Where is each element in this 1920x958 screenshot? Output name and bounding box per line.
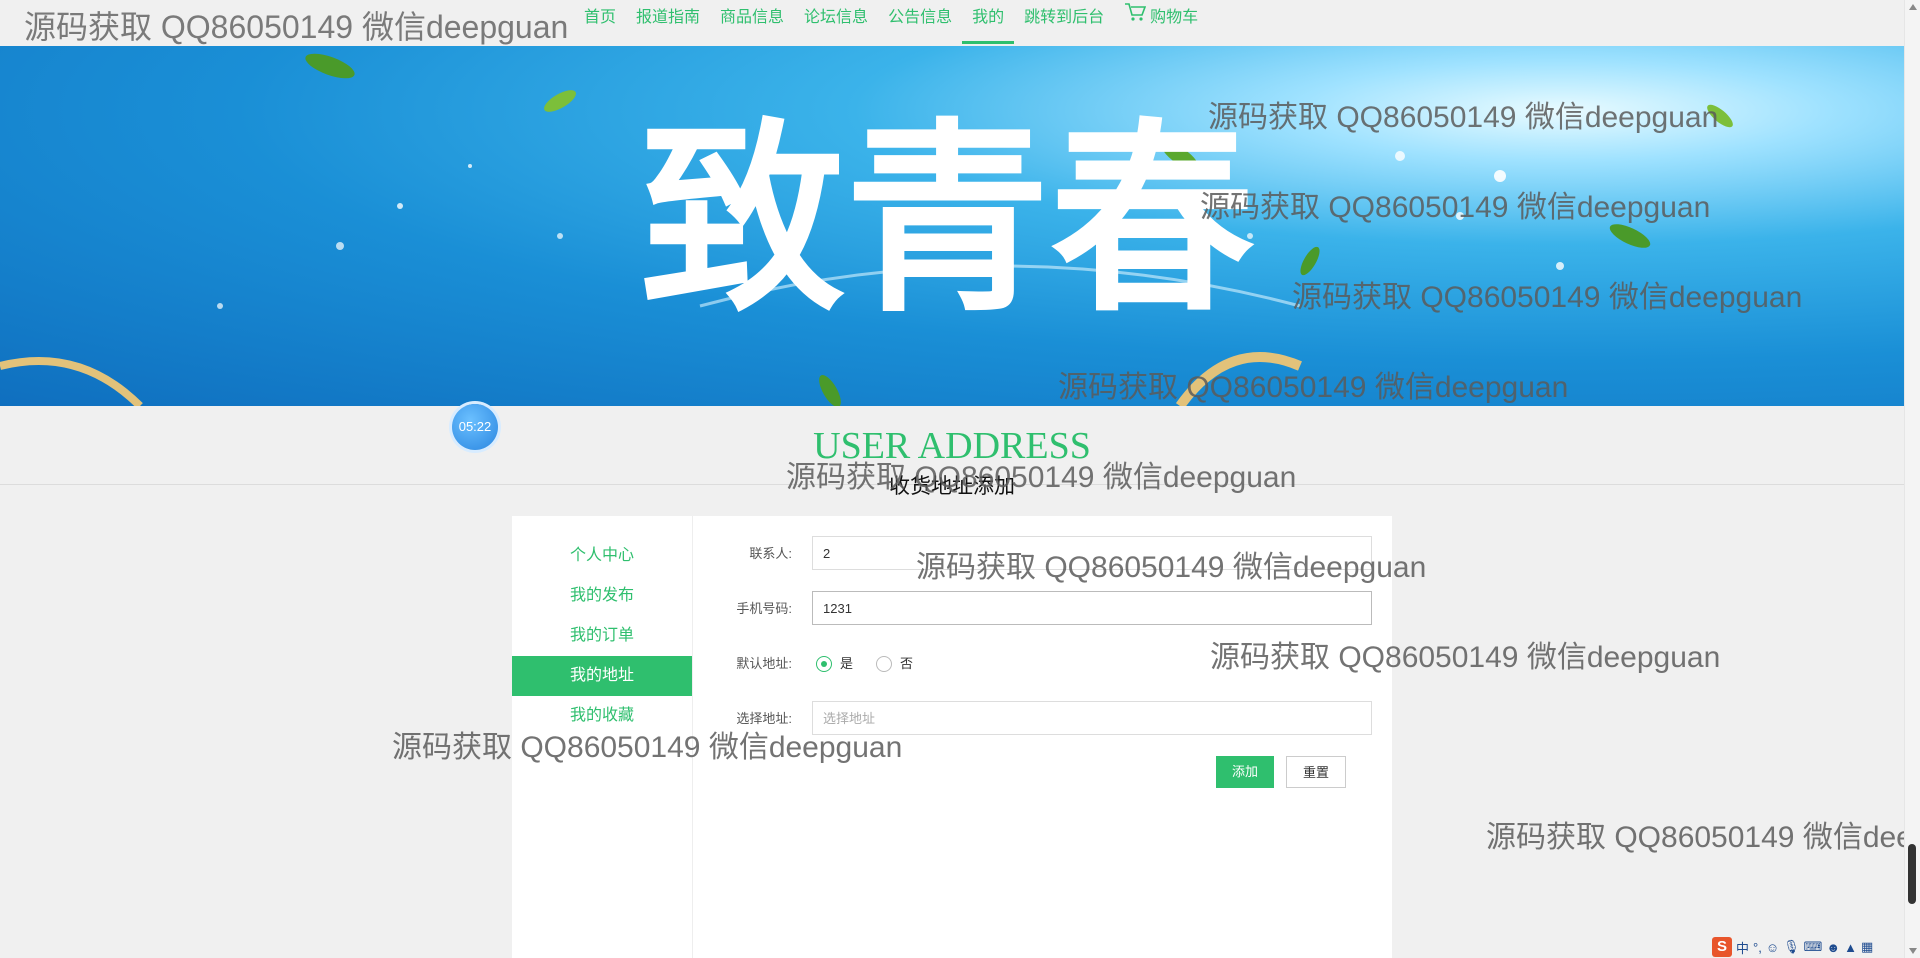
brand-watermark: 源码获取 QQ86050149 微信deepguan <box>24 9 569 45</box>
page-scrollbar[interactable] <box>1904 0 1920 958</box>
nav-mine[interactable]: 我的 <box>962 0 1015 46</box>
default-no-radio[interactable] <box>876 656 892 672</box>
main-nav: 首页 报道指南 商品信息 论坛信息 公告信息 我的 跳转到后台 购物车 <box>574 0 1208 46</box>
nav-guide[interactable]: 报道指南 <box>626 0 710 46</box>
nav-notices[interactable]: 公告信息 <box>878 0 962 46</box>
keyboard-icon[interactable]: ⌨ <box>1804 939 1823 955</box>
default-row: 默认地址: 是 否 <box>692 646 1392 682</box>
emoji-icon[interactable]: ☺ <box>1766 940 1779 955</box>
user-icon[interactable]: ☻ <box>1826 940 1840 955</box>
skin-icon[interactable]: ▲ <box>1844 940 1857 955</box>
ime-punct[interactable]: °, <box>1753 940 1762 955</box>
grid-icon[interactable]: ▦ <box>1861 939 1873 955</box>
contact-input[interactable]: 2 <box>812 536 1372 570</box>
top-navbar: 源码获取 QQ86050149 微信deepguan 首页 报道指南 商品信息 … <box>0 0 1904 46</box>
watermark: 源码获取 QQ86050149 微信deepguan <box>1486 821 1904 854</box>
page-subtitle: 收货地址添加 <box>889 475 1015 498</box>
scroll-up-arrow-icon[interactable] <box>1909 4 1917 10</box>
nav-cart[interactable]: 购物车 <box>1114 0 1208 46</box>
page-title: USER ADDRESS <box>813 425 1091 467</box>
reset-button[interactable]: 重置 <box>1286 756 1346 788</box>
default-yes-radio[interactable] <box>816 656 832 672</box>
nav-products[interactable]: 商品信息 <box>710 0 794 46</box>
phone-label: 手机号码: <box>736 601 792 616</box>
sogou-logo-icon[interactable]: S <box>1712 937 1732 957</box>
mic-icon[interactable]: 🎙 <box>1783 939 1800 955</box>
default-yes-label: 是 <box>840 656 854 671</box>
address-row: 选择地址: 选择地址 <box>692 701 1392 737</box>
sidebar-item-orders[interactable]: 我的订单 <box>512 616 692 656</box>
scroll-down-arrow-icon[interactable] <box>1909 948 1917 954</box>
scroll-thumb[interactable] <box>1908 844 1916 904</box>
contact-row: 联系人: 2 <box>692 536 1392 572</box>
sidebar-item-posts[interactable]: 我的发布 <box>512 576 692 616</box>
default-no-label: 否 <box>900 656 914 671</box>
address-panel: 个人中心 我的发布 我的订单 我的地址 我的收藏 联系人: 2 手机号码: 12… <box>512 516 1392 958</box>
ime-toolbar: S 中 °, ☺ 🎙 ⌨ ☻ ▲ ▦ <box>1712 936 1904 958</box>
nav-cart-label: 购物车 <box>1150 9 1199 27</box>
address-label: 选择地址: <box>736 711 792 726</box>
phone-input[interactable]: 1231 <box>812 591 1372 625</box>
button-row: 添加 重置 <box>692 756 1392 792</box>
address-form: 联系人: 2 手机号码: 1231 默认地址: 是 否 选择地址: 选择地址 添… <box>692 516 1392 958</box>
nav-admin[interactable]: 跳转到后台 <box>1014 0 1114 46</box>
user-sidebar: 个人中心 我的发布 我的订单 我的地址 我的收藏 <box>512 516 693 958</box>
contact-label: 联系人: <box>749 546 792 561</box>
sidebar-item-profile[interactable]: 个人中心 <box>512 536 692 576</box>
address-select[interactable]: 选择地址 <box>812 701 1372 735</box>
add-button[interactable]: 添加 <box>1216 756 1274 788</box>
hero-banner: 致青春 <box>0 46 1904 406</box>
banner-title: 致青春 <box>640 102 1255 340</box>
sidebar-item-favorites[interactable]: 我的收藏 <box>512 696 692 736</box>
default-label: 默认地址: <box>736 656 792 671</box>
nav-forum[interactable]: 论坛信息 <box>794 0 878 46</box>
banner-art: 致青春 <box>0 53 1733 406</box>
sidebar-item-address[interactable]: 我的地址 <box>512 656 692 696</box>
nav-home[interactable]: 首页 <box>574 0 626 46</box>
phone-row: 手机号码: 1231 <box>692 591 1392 627</box>
ime-lang[interactable]: 中 <box>1736 938 1749 957</box>
cart-icon <box>1124 0 1147 36</box>
